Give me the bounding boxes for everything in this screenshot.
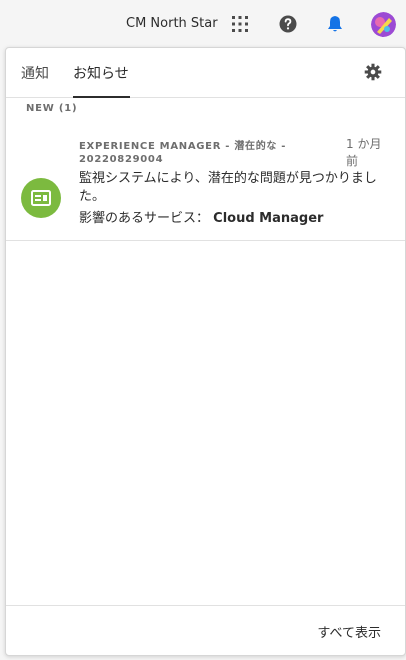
tab-list: 通知 お知らせ [6,48,405,98]
bell-icon[interactable] [325,14,345,34]
panel-footer: すべて表示 [6,605,405,655]
top-bar: CM North Star [0,0,406,48]
show-all-button[interactable]: すべて表示 [317,622,381,641]
apps-grid-icon[interactable] [230,14,250,34]
service-value: Cloud Manager [213,211,324,226]
notification-title: EXPERIENCE MANAGER - 潜在的な - 20220829004 [79,140,294,166]
org-switcher[interactable]: CM North Star [126,16,218,31]
avatar[interactable] [371,12,396,37]
news-icon [21,178,61,218]
notification-title-line2: 20220829004 [79,154,164,165]
tab-announcements[interactable]: お知らせ [73,63,129,83]
help-icon[interactable] [278,14,298,34]
notifications-panel: 通知 お知らせ NEW (1) EXPERIENCE MANAGER - 潜在的… [5,47,406,656]
selected-tab-indicator [73,96,130,98]
notification-service: 影響のあるサービス： Cloud Manager [79,207,389,226]
service-label: 影響のあるサービス： [79,211,210,226]
notification-title-line1: EXPERIENCE MANAGER - 潜在的な - [79,141,287,152]
notification-item[interactable]: EXPERIENCE MANAGER - 潜在的な - 20220829004 … [6,128,405,241]
section-label-new: NEW (1) [26,103,78,114]
tab-notifications[interactable]: 通知 [21,63,49,83]
gear-icon[interactable] [364,63,382,81]
notification-message: 監視システムにより、潜在的な問題が見つかりました。 [79,171,377,204]
notification-time: 1 か月前 [346,137,382,168]
